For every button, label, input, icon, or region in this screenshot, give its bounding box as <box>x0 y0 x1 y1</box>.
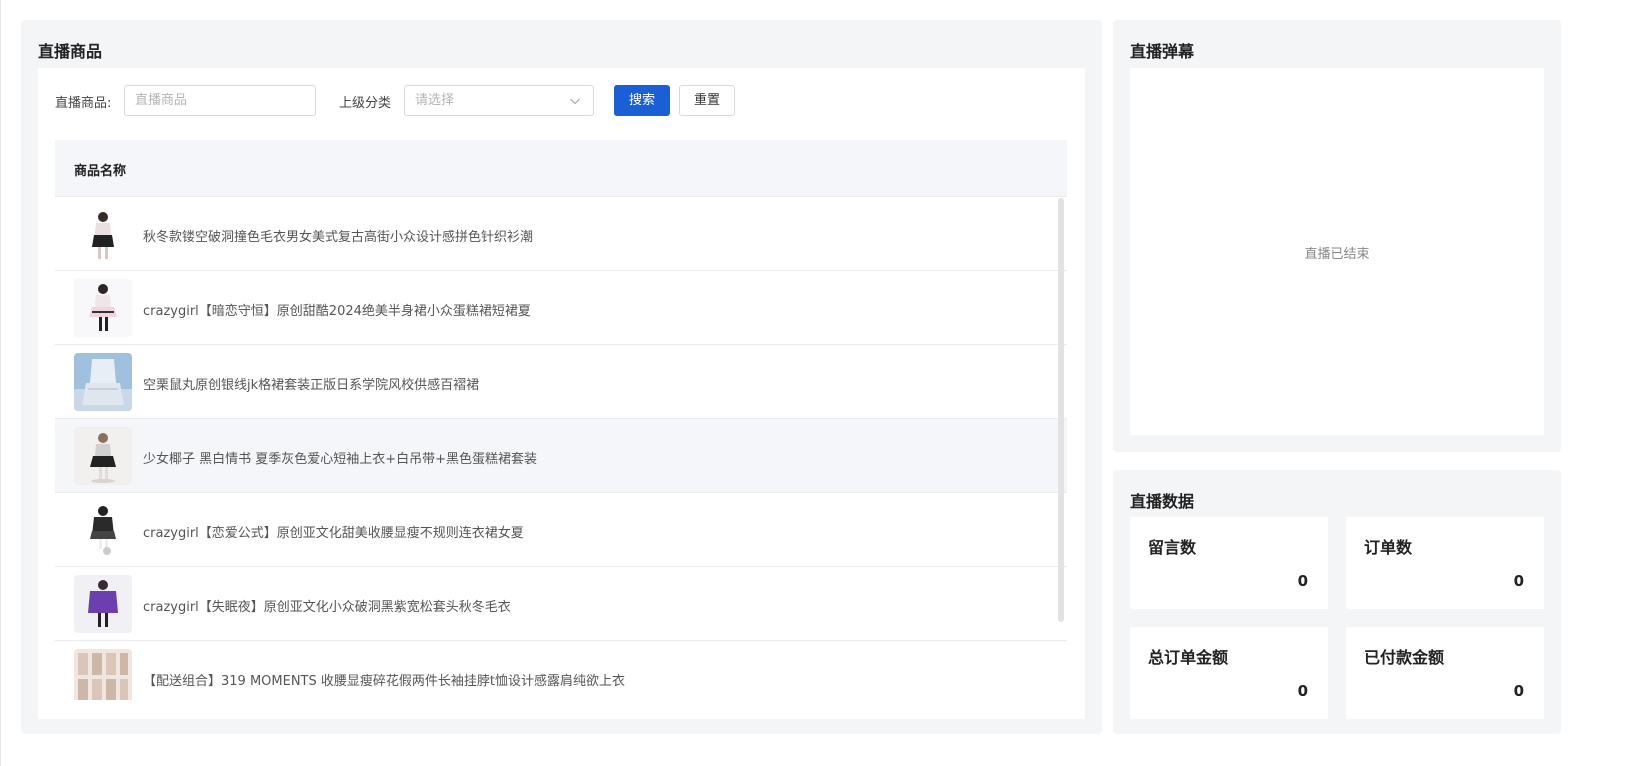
chevron-down-icon <box>570 98 580 105</box>
product-name: crazygirl【暗恋守恒】原创甜酷2024绝美半身裙小众蛋糕裙短裙夏 <box>143 304 531 319</box>
category-select[interactable]: 请选择 <box>404 85 594 116</box>
table-row[interactable]: crazygirl【恋爱公式】原创亚文化甜美收腰显瘦不规则连衣裙女夏 <box>55 493 1067 567</box>
column-header-goods-name: 商品名称 <box>74 164 127 179</box>
live-stats-title: 直播数据 <box>1130 492 1195 511</box>
stat-card-comments: 留言数 0 <box>1130 517 1328 609</box>
product-name: 少女椰子 黑白情书 夏季灰色爱心短袖上衣+白吊带+黑色蛋糕裙套装 <box>143 452 538 467</box>
stat-card-paid-amount: 已付款金额 0 <box>1346 627 1544 719</box>
category-select-placeholder: 请选择 <box>415 93 455 108</box>
live-goods-card: 直播商品: 上级分类 请选择 搜索 重置 商品名称 秋冬款镂空破洞撞色毛衣男女美… <box>38 68 1085 719</box>
stat-card-orders: 订单数 0 <box>1346 517 1544 609</box>
stat-label: 总订单金额 <box>1148 648 1229 667</box>
product-thumbnail <box>74 575 132 633</box>
live-goods-panel: 直播商品 直播商品: 上级分类 请选择 搜索 重置 商品名称 秋冬款镂空破洞撞色… <box>21 20 1102 734</box>
goods-search-input[interactable] <box>124 85 316 116</box>
table-row[interactable]: crazygirl【失眠夜】原创亚文化小众破洞黑紫宽松套头秋冬毛衣 <box>55 567 1067 641</box>
table-row[interactable]: 空栗鼠丸原创银线jk格裙套装正版日系学院风校供感百褶裙 <box>55 345 1067 419</box>
table-row[interactable]: 少女椰子 黑白情书 夏季灰色爱心短袖上衣+白吊带+黑色蛋糕裙套装 <box>55 419 1067 493</box>
table-row[interactable]: crazygirl【暗恋守恒】原创甜酷2024绝美半身裙小众蛋糕裙短裙夏 <box>55 271 1067 345</box>
product-name: crazygirl【失眠夜】原创亚文化小众破洞黑紫宽松套头秋冬毛衣 <box>143 600 511 615</box>
stat-value: 0 <box>1297 572 1308 590</box>
live-stats-panel: 直播数据 留言数 0 订单数 0 总订单金额 0 已付款金额 0 <box>1113 470 1561 734</box>
product-name: 秋冬款镂空破洞撞色毛衣男女美式复古高街小众设计感拼色针织衫潮 <box>143 230 534 245</box>
live-goods-title: 直播商品 <box>38 42 103 61</box>
stat-label: 订单数 <box>1364 538 1413 557</box>
table-scrollbar[interactable] <box>1058 198 1064 622</box>
category-filter-label: 上级分类 <box>339 96 392 111</box>
product-thumbnail <box>74 501 132 559</box>
product-thumbnail <box>74 427 132 485</box>
product-name: 【配送组合】319 MOMENTS 收腰显瘦碎花假两件长袖挂脖t恤设计感露肩纯欲… <box>143 674 625 689</box>
live-danmu-panel: 直播弹幕 直播已结束 <box>1113 20 1561 452</box>
page-edge <box>0 0 1 766</box>
goods-table: 商品名称 秋冬款镂空破洞撞色毛衣男女美式复古高街小众设计感拼色针织衫潮 craz… <box>55 140 1067 700</box>
table-row[interactable]: 【配送组合】319 MOMENTS 收腰显瘦碎花假两件长袖挂脖t恤设计感露肩纯欲… <box>55 641 1067 700</box>
stat-value: 0 <box>1513 682 1524 700</box>
table-body: 秋冬款镂空破洞撞色毛衣男女美式复古高街小众设计感拼色针织衫潮 crazygirl… <box>55 197 1067 700</box>
product-name: crazygirl【恋爱公式】原创亚文化甜美收腰显瘦不规则连衣裙女夏 <box>143 526 524 541</box>
stat-card-total-order-amount: 总订单金额 0 <box>1130 627 1328 719</box>
product-thumbnail <box>74 649 132 700</box>
product-thumbnail <box>74 353 132 411</box>
product-thumbnail <box>74 205 132 263</box>
stat-label: 已付款金额 <box>1364 648 1445 667</box>
reset-button[interactable]: 重置 <box>679 85 735 116</box>
product-thumbnail <box>74 279 132 337</box>
stat-value: 0 <box>1297 682 1308 700</box>
stat-value: 0 <box>1513 572 1524 590</box>
goods-filter-label: 直播商品: <box>55 96 112 111</box>
table-header: 商品名称 <box>55 140 1067 197</box>
stat-label: 留言数 <box>1148 538 1197 557</box>
search-button[interactable]: 搜索 <box>614 85 670 116</box>
danmu-empty-text: 直播已结束 <box>1304 247 1370 262</box>
table-row[interactable]: 秋冬款镂空破洞撞色毛衣男女美式复古高街小众设计感拼色针织衫潮 <box>55 197 1067 271</box>
product-name: 空栗鼠丸原创银线jk格裙套装正版日系学院风校供感百褶裙 <box>143 378 480 393</box>
live-danmu-title: 直播弹幕 <box>1130 42 1195 61</box>
danmu-box: 直播已结束 <box>1130 68 1544 435</box>
